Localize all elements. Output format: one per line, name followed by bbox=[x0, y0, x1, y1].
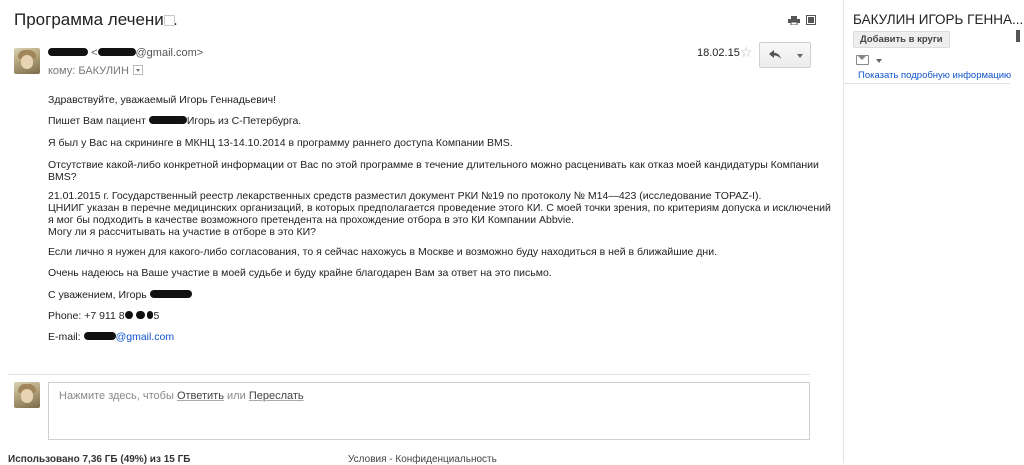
contact-name: БАКУЛИН ИГОРЬ ГЕННА... bbox=[853, 12, 1024, 27]
more-actions-button[interactable] bbox=[790, 42, 811, 68]
recipient-details-dropdown[interactable] bbox=[132, 65, 143, 75]
reply-icon bbox=[769, 50, 781, 59]
sender-line[interactable]: < @gmail.com> bbox=[48, 47, 203, 59]
email-date: 18.02.15 bbox=[697, 47, 740, 59]
recipient-line: кому: БАКУЛИН bbox=[48, 64, 143, 77]
signature: С уважением, Игорь bbox=[48, 289, 192, 301]
recipient-label: кому: БАКУЛИН bbox=[48, 65, 129, 77]
sender-email: @gmail.com> bbox=[135, 47, 204, 59]
terms-privacy-links[interactable]: Условия - Конфиденциальность bbox=[348, 454, 497, 465]
chevron-down-icon[interactable] bbox=[876, 59, 882, 63]
mail-icon[interactable] bbox=[856, 55, 869, 65]
add-to-circles-button[interactable]: Добавить в круги bbox=[853, 31, 950, 48]
redacted-phone-digits-2 bbox=[135, 311, 145, 319]
star-icon[interactable]: ☆ bbox=[740, 44, 753, 61]
storage-usage: Использовано 7,36 ГБ (49%) из 15 ГБ bbox=[8, 454, 191, 465]
paragraph-1: Пишет Вам пациент Игорь из С-Петербурга. bbox=[48, 115, 302, 127]
reply-link[interactable]: Ответить bbox=[177, 390, 224, 402]
panel-separator bbox=[844, 83, 1010, 84]
new-window-icon[interactable] bbox=[806, 15, 816, 25]
separator bbox=[8, 374, 810, 375]
email-subject: Программа лечения. bbox=[14, 10, 178, 29]
label-icon[interactable] bbox=[164, 15, 175, 26]
redacted-patient-surname bbox=[148, 116, 187, 124]
redacted-email-user bbox=[83, 332, 116, 340]
reply-button[interactable] bbox=[759, 42, 791, 68]
forward-link[interactable]: Переслать bbox=[249, 390, 304, 402]
redacted-sender-email bbox=[97, 48, 136, 56]
reply-hint: Нажмите здесь, чтобы Ответить или Пересл… bbox=[59, 390, 304, 402]
show-details-link[interactable]: Показать подробную информацию bbox=[858, 70, 1011, 81]
paragraph-3: Отсутствие какой-либо конкретной информа… bbox=[48, 159, 819, 183]
scrollbar[interactable] bbox=[1016, 30, 1020, 42]
print-icon[interactable] bbox=[788, 16, 800, 25]
sender-avatar[interactable] bbox=[14, 48, 40, 74]
redacted-sender-name bbox=[48, 48, 88, 56]
email-link[interactable]: @gmail.com bbox=[116, 331, 175, 343]
greeting: Здравствуйте, уважаемый Игорь Геннадьеви… bbox=[48, 94, 277, 106]
paragraph-4: 21.01.2015 г. Государственный реестр лек… bbox=[48, 190, 831, 238]
phone-line: Phone: +7 911 8 5 bbox=[48, 310, 160, 322]
paragraph-2: Я был у Вас на скрининге в МКНЦ 13-14.10… bbox=[48, 137, 513, 149]
paragraph-6: Очень надеюсь на Ваше участие в моей суд… bbox=[48, 267, 552, 279]
my-avatar bbox=[14, 382, 40, 408]
panel-divider bbox=[843, 0, 844, 463]
reply-box[interactable]: Нажмите здесь, чтобы Ответить или Пересл… bbox=[48, 382, 810, 440]
paragraph-5: Если лично я нужен для какого-либо согла… bbox=[48, 246, 718, 258]
email-line: E-mail: @gmail.com bbox=[48, 331, 175, 343]
redacted-signature-surname bbox=[149, 290, 192, 298]
redacted-phone-digits-1 bbox=[124, 311, 133, 319]
